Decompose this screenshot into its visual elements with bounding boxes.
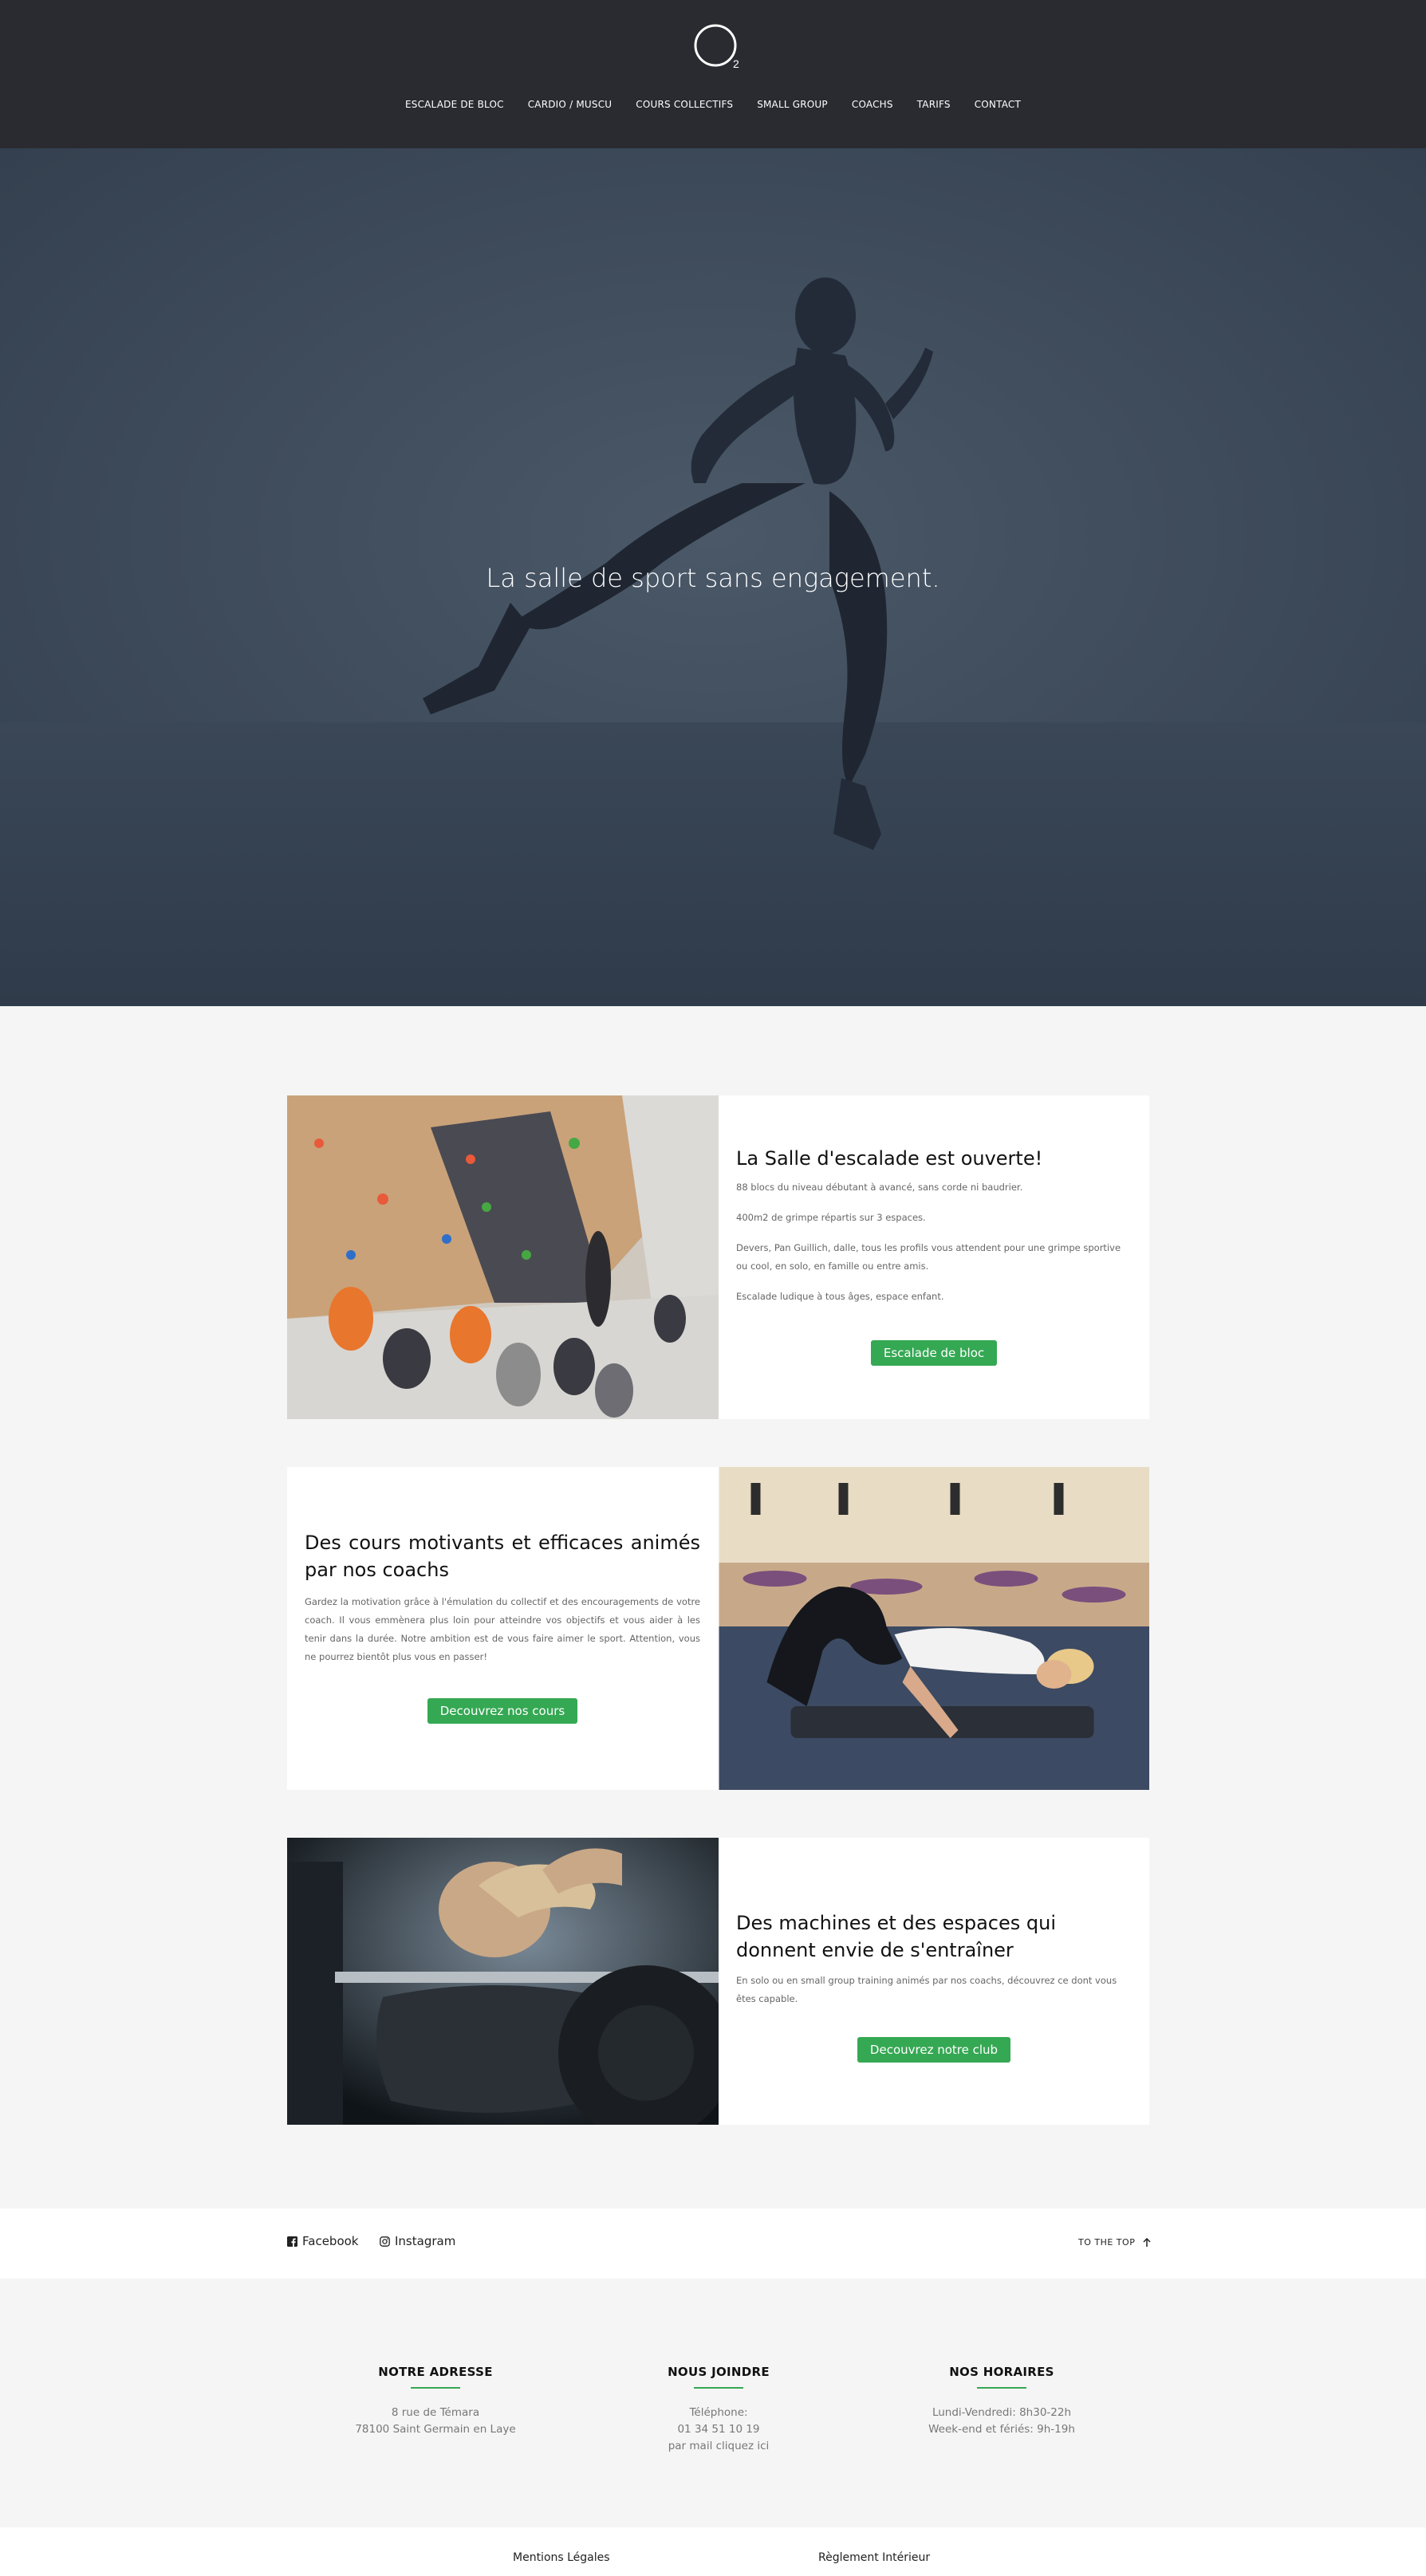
- mentions-legales-link[interactable]: Mentions Légales: [513, 2551, 610, 2564]
- hero-title: La salle de sport sans engagement.: [486, 563, 940, 593]
- to-the-top-label: TO THE TOP: [1078, 2237, 1136, 2248]
- nav-item-escalade[interactable]: ESCALADE DE BLOC: [405, 97, 504, 112]
- footer-email-link[interactable]: par mail cliquez ici: [599, 2438, 838, 2455]
- card-escalade-title: La Salle d'escalade est ouverte!: [736, 1147, 1043, 1170]
- facebook-icon: [287, 2236, 297, 2247]
- site-header: 2 ESCALADE DE BLOC CARDIO / MUSCU COURS …: [0, 0, 1426, 148]
- card-cours-paragraph: Gardez la motivation grâce à l'émulation…: [305, 1596, 700, 1662]
- footer-hours-column: NOS HORAIRES Lundi-Vendredi: 8h30-22h We…: [882, 2365, 1121, 2438]
- o2-logo[interactable]: 2: [694, 24, 742, 72]
- nav-item-cours-collectifs[interactable]: COURS COLLECTIFS: [636, 97, 733, 112]
- nav-item-cardio-muscu[interactable]: CARDIO / MUSCU: [528, 97, 613, 112]
- card-escalade-paragraph: 88 blocs du niveau débutant à avancé, sa…: [736, 1182, 1023, 1193]
- card-escalade-paragraph: 400m2 de grimpe répartis sur 3 espaces.: [736, 1212, 926, 1223]
- facebook-label: Facebook: [302, 2234, 359, 2248]
- nav-item-coachs[interactable]: COACHS: [852, 97, 893, 112]
- footer-divider: [694, 2387, 743, 2389]
- nav-item-contact[interactable]: CONTACT: [975, 97, 1021, 112]
- card-escalade-paragraph: Escalade ludique à tous âges, espace enf…: [736, 1291, 944, 1302]
- footer-phone-label: Téléphone:: [689, 2406, 748, 2419]
- card-machines-paragraph: En solo ou en small group training animé…: [736, 1975, 1117, 2004]
- social-bar: Facebook Instagram TO THE TOP: [0, 2208, 1426, 2279]
- card-machines-title: Des machines et des espaces qui donnent …: [736, 1912, 1057, 1961]
- instagram-link[interactable]: Instagram: [380, 2234, 455, 2248]
- footer-phone-number[interactable]: 01 34 51 10 19: [599, 2421, 838, 2438]
- footer-address-column: NOTRE ADRESSE 8 rue de Témara 78100 Sain…: [316, 2365, 555, 2438]
- card-escalade-text: La Salle d'escalade est ouverte! 88 bloc…: [719, 1095, 1149, 1419]
- climbing-gym-photo: [287, 1095, 719, 1419]
- instagram-label: Instagram: [395, 2234, 456, 2248]
- footer-hours-line: Lundi-Vendredi: 8h30-22h: [932, 2406, 1072, 2419]
- club-button[interactable]: Decouvrez notre club: [857, 2037, 1011, 2063]
- card-cours-text: Des cours motivants et efficaces animés …: [287, 1467, 718, 1790]
- card-machines-text: Des machines et des espaces qui donnent …: [719, 1838, 1149, 2125]
- weightlifting-photo: [287, 1838, 719, 2125]
- hero-section: La salle de sport sans engagement.: [0, 148, 1426, 1006]
- card-escalade: La Salle d'escalade est ouverte! 88 bloc…: [287, 1095, 1149, 1419]
- footer-address-line: 8 rue de Témara: [391, 2406, 480, 2419]
- footer-info: NOTRE ADRESSE 8 rue de Témara 78100 Sain…: [0, 2279, 1426, 2527]
- arrow-up-icon: [1143, 2237, 1151, 2247]
- card-escalade-paragraph: Devers, Pan Guillich, dalle, tous les pr…: [736, 1242, 1121, 1272]
- card-cours-title: Des cours motivants et efficaces animés …: [305, 1532, 700, 1581]
- facebook-link[interactable]: Facebook: [287, 2234, 358, 2248]
- footer-address-title: NOTRE ADRESSE: [378, 2365, 493, 2379]
- footer-address-line: 78100 Saint Germain en Laye: [355, 2423, 516, 2436]
- instagram-icon: [380, 2236, 390, 2247]
- escalade-button[interactable]: Escalade de bloc: [870, 1340, 998, 1366]
- footer-divider: [977, 2387, 1026, 2389]
- bottom-bar: Mentions Légales Règlement Intérieur: [0, 2527, 1426, 2576]
- card-cours: Des cours motivants et efficaces animés …: [287, 1467, 1149, 1790]
- logo-subscript: 2: [733, 57, 739, 70]
- to-the-top-link[interactable]: TO THE TOP: [1078, 2237, 1151, 2248]
- nav-item-small-group[interactable]: SMALL GROUP: [757, 97, 828, 112]
- main-nav: ESCALADE DE BLOC CARDIO / MUSCU COURS CO…: [0, 97, 1426, 112]
- group-class-photo: [719, 1467, 1149, 1790]
- nav-item-tarifs[interactable]: TARIFS: [917, 97, 951, 112]
- reglement-interieur-link[interactable]: Règlement Intérieur: [818, 2551, 930, 2564]
- cours-button[interactable]: Decouvrez nos cours: [427, 1698, 578, 1724]
- footer-contact-title: NOUS JOINDRE: [668, 2365, 770, 2379]
- footer-contact-column: NOUS JOINDRE Téléphone: 01 34 51 10 19 p…: [599, 2365, 838, 2455]
- footer-hours-line: Week-end et fériés: 9h-19h: [928, 2423, 1075, 2436]
- footer-divider: [411, 2387, 460, 2389]
- footer-hours-title: NOS HORAIRES: [949, 2365, 1054, 2379]
- card-machines: Des machines et des espaces qui donnent …: [287, 1838, 1149, 2125]
